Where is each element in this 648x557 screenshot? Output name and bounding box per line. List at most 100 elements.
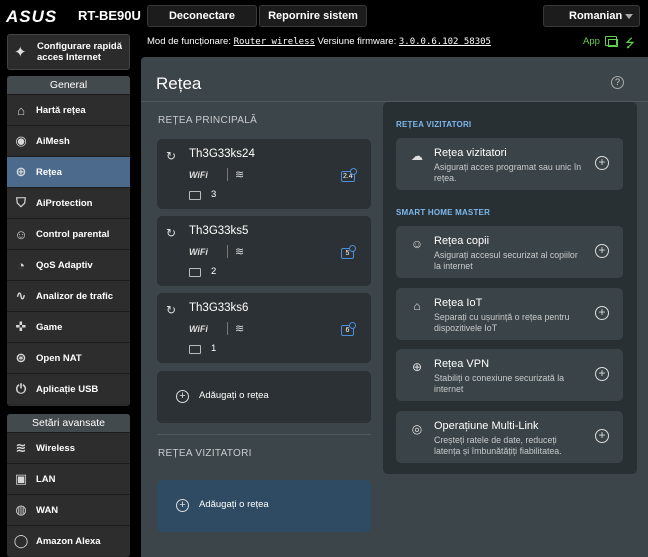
app-link[interactable]: App xyxy=(583,36,600,47)
wifi7-badge: WiFi xyxy=(189,247,208,257)
plus-icon: + xyxy=(176,499,189,512)
network-name: Th3G33ks6 xyxy=(189,302,249,314)
sidebar-item-aimesh[interactable]: ◉ AiMesh xyxy=(7,125,130,156)
gamepad-icon: ✜ xyxy=(15,319,27,334)
quick-setup-button[interactable]: ✦ Configurare rapidă acces Internet xyxy=(7,34,130,70)
firmware-value-link[interactable]: 3.0.0.6.102_58305 xyxy=(399,37,491,47)
network-card-3[interactable]: ↻ Th3G33ks6 WiFi ≋ 6 1 xyxy=(157,293,371,363)
sidebar-item-parental-control[interactable]: ☺ Control parental xyxy=(7,218,130,249)
network-map-icon: ⌂ xyxy=(17,102,25,118)
smart-home-header: SMART HOME MASTER xyxy=(396,208,491,217)
network-card-1[interactable]: ↻ Th3G33ks24 WiFi ≋ 2.4 3 xyxy=(157,139,371,209)
sidebar-item-label: Open NAT xyxy=(36,352,82,364)
sidebar-item-usb-app[interactable]: ⏻ Aplicație USB xyxy=(7,373,130,404)
sidebar-item-label: Rețea xyxy=(36,166,62,178)
add-network-label: Adăugați o rețea xyxy=(199,390,269,401)
sidebar-item-traffic-analyzer[interactable]: ∿ Analizor de trafic xyxy=(7,280,130,311)
language-select[interactable]: Romanian xyxy=(543,5,640,27)
vpn-network-card[interactable]: ⊕ Rețea VPN Stabiliți o conexiune securi… xyxy=(396,349,623,401)
reboot-button[interactable]: Repornire sistem xyxy=(259,5,367,27)
sidebar-item-aiprotection[interactable]: ⛉ AiProtection xyxy=(7,187,130,218)
network-icon: ⊕ xyxy=(15,164,27,179)
shield-icon: ⛉ xyxy=(16,195,26,210)
kids-network-card[interactable]: ☺ Rețea copii Asigurați accesul securiza… xyxy=(396,226,623,278)
traffic-chart-icon: ∿ xyxy=(15,288,27,303)
help-icon[interactable]: ? xyxy=(611,76,624,89)
sidebar-item-qos[interactable]: ◔ QoS Adaptiv xyxy=(7,249,130,280)
add-multi-link-icon[interactable]: + xyxy=(595,429,609,443)
iot-network-card[interactable]: ⌂ Rețea IoT Separați cu ușurință o rețea… xyxy=(396,288,623,340)
multi-link-card[interactable]: ◎ Operațiune Multi-Link Creșteți ratele … xyxy=(396,411,623,463)
device-icon xyxy=(189,345,201,354)
section-divider xyxy=(157,434,371,435)
sidebar-item-label: AiMesh xyxy=(36,135,70,147)
card-description: Creșteți ratele de date, reduceți latenț… xyxy=(434,435,562,456)
sidebar-item-game[interactable]: ✜ Game xyxy=(7,311,130,342)
band-badge: 2.4 xyxy=(341,168,357,182)
sidebar-item-label: Amazon Alexa xyxy=(36,535,101,547)
devices-icon[interactable] xyxy=(605,36,618,47)
top-bar: ASUS RT-BE90U Deconectare Repornire sist… xyxy=(0,0,648,32)
band-badge: 5 xyxy=(341,245,356,259)
guest-network-card[interactable]: ☁ Rețea vizitatori Asigurați acces progr… xyxy=(396,138,623,190)
sidebar-item-label: Hartă rețea xyxy=(36,104,86,116)
add-vpn-network-icon[interactable]: + xyxy=(595,367,609,381)
vpn-globe-icon: ⊕ xyxy=(411,360,423,374)
wifi-icon: ≋ xyxy=(235,323,245,335)
alexa-icon: ◯ xyxy=(13,533,29,548)
add-network-button[interactable]: + Adăugați o rețea xyxy=(157,371,371,423)
brand-logo: ASUS xyxy=(6,7,58,26)
sidebar-item-lan[interactable]: ▣ LAN xyxy=(7,463,130,494)
sidebar-item-label: Aplicație USB xyxy=(36,383,99,395)
chevron-down-icon xyxy=(625,14,633,19)
wan-icon: ◍ xyxy=(15,502,27,517)
sidebar-item-open-nat[interactable]: ⊛ Open NAT xyxy=(7,342,130,373)
sidebar-item-wan[interactable]: ◍ WAN xyxy=(7,494,130,525)
network-card-2[interactable]: ↻ Th3G33ks5 WiFi ≋ 5 2 xyxy=(157,216,371,286)
sidebar-item-network-map[interactable]: ⌂ Hartă rețea xyxy=(7,94,130,125)
wifi7-badge: WiFi xyxy=(189,324,208,334)
kids-network-icon: ☺ xyxy=(410,237,424,251)
parental-icon: ☺ xyxy=(14,226,28,242)
add-iot-network-icon[interactable]: + xyxy=(595,306,609,320)
divider xyxy=(227,322,228,335)
device-count: 1 xyxy=(211,343,217,354)
card-title: Rețea IoT xyxy=(434,297,483,309)
card-description: Asigurați acces programat sau unic în re… xyxy=(434,162,582,183)
add-kids-network-icon[interactable]: + xyxy=(595,244,609,258)
sidebar-item-wireless[interactable]: ≋ Wireless xyxy=(7,432,130,463)
advanced-header: Setări avansate xyxy=(7,414,130,432)
usb-icon: ⏻ xyxy=(15,381,27,396)
language-value: Romanian xyxy=(569,10,623,22)
add-guest-icon[interactable]: + xyxy=(595,156,609,170)
divider xyxy=(227,245,228,258)
qos-gauge-icon: ◔ xyxy=(17,257,25,273)
general-header: General xyxy=(7,76,130,94)
card-description: Asigurați accesul securizat al copiilor … xyxy=(434,250,578,271)
card-title: Rețea copii xyxy=(434,235,490,247)
mode-value-link[interactable]: Router wireless xyxy=(234,37,315,47)
multi-link-icon: ◎ xyxy=(411,422,423,436)
page-title: Rețea xyxy=(156,74,202,93)
status-bar: Mod de funcționare: Router wireless Vers… xyxy=(141,33,648,51)
mode-label: Mod de funcționare: xyxy=(147,36,231,47)
sidebar-item-amazon-alexa[interactable]: ◯ Amazon Alexa xyxy=(7,525,130,556)
card-title: Rețea vizitatori xyxy=(434,147,507,159)
sidebar-item-label: Control parental xyxy=(36,228,110,240)
device-icon xyxy=(189,268,201,277)
advanced-menu: Setări avansate ≋ Wireless ▣ LAN ◍ WAN ◯ Ama… xyxy=(7,414,130,557)
firmware-label: Versiune firmware: xyxy=(317,36,397,47)
sidebar-item-network[interactable]: ⊕ Rețea xyxy=(7,156,130,187)
router-model: RT-BE90U xyxy=(78,8,141,23)
wireless-icon: ≋ xyxy=(15,440,27,455)
sidebar-item-label: WAN xyxy=(36,504,59,516)
wifi-icon: ≋ xyxy=(235,246,245,258)
usb-status-icon[interactable]: ⭍ xyxy=(625,34,635,55)
guest-network-icon: ☁ xyxy=(411,149,423,163)
device-count: 2 xyxy=(211,266,217,277)
feature-panel: REȚEA VIZITATORI ☁ Rețea vizitatori Asig… xyxy=(383,102,637,474)
plus-icon: + xyxy=(176,390,189,403)
device-count: 3 xyxy=(211,189,217,200)
disconnect-button[interactable]: Deconectare xyxy=(147,5,257,27)
add-guest-network-button[interactable]: + Adăugați o rețea xyxy=(157,480,371,532)
